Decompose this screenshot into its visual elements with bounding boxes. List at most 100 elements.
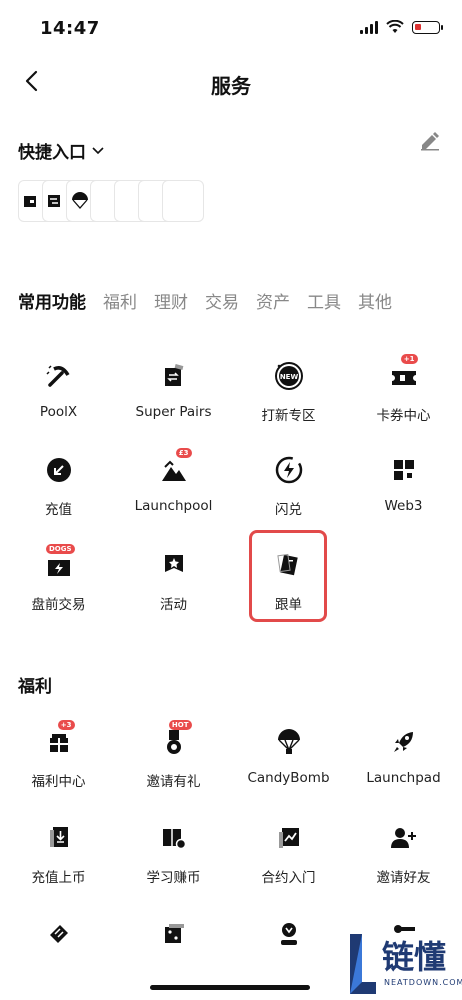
badge: £3	[175, 448, 192, 458]
premarket-icon: DOGS	[41, 544, 77, 583]
service-label: 打新专区	[261, 408, 316, 424]
service-label: CandyBomb	[247, 770, 330, 786]
service-poolx[interactable]: PoolX	[1, 358, 116, 420]
badge: DOGS	[45, 544, 75, 554]
service-label: 充值上币	[31, 870, 86, 886]
svg-text:NEW: NEW	[279, 373, 298, 381]
tag-icon	[41, 916, 77, 952]
pickaxe-icon	[41, 358, 77, 394]
section-title-welfare: 福利	[18, 677, 52, 697]
watermark: 链懂 NEATDOWN.COM	[344, 926, 462, 1000]
service-label: 合约入门	[261, 870, 316, 886]
tab-tools[interactable]: 工具	[307, 288, 341, 313]
swap-icon	[48, 195, 60, 207]
service-premarket[interactable]: DOGS 盘前交易	[1, 544, 116, 613]
watermark-logo-icon	[350, 934, 376, 994]
list-coin-icon	[41, 820, 77, 856]
service-label: 邀请有礼	[146, 774, 201, 790]
service-launchpool[interactable]: £3 Launchpool	[116, 448, 231, 514]
copy-trade-icon	[271, 547, 307, 583]
service-label: 学习赚币	[146, 870, 201, 886]
rocket-icon	[386, 724, 422, 760]
service-futures-intro[interactable]: 合约入门	[231, 820, 346, 886]
service-deposit-listing[interactable]: 充值上币	[1, 820, 116, 886]
service-label: 福利中心	[31, 774, 86, 790]
service-label: 闪兑	[275, 502, 302, 518]
badge: HOT	[168, 720, 192, 730]
star-flag-icon	[156, 547, 192, 583]
service-label: Super Pairs	[135, 404, 212, 420]
status-time: 14:47	[40, 18, 100, 39]
service-deposit[interactable]: 充值	[1, 452, 116, 518]
service-invite-reward[interactable]: HOT 邀请有礼	[116, 720, 231, 790]
book-icon	[156, 820, 192, 856]
watermark-subtext: NEATDOWN.COM	[384, 978, 462, 987]
watermark-text: 链懂	[382, 938, 447, 976]
quick-access-dropdown[interactable]: 快捷入口	[18, 138, 104, 163]
web3-grid-icon	[386, 452, 422, 488]
wifi-icon	[386, 20, 404, 33]
badge: +1	[400, 354, 418, 364]
chevron-down-icon	[92, 146, 104, 154]
gift-icon: +3	[41, 720, 77, 760]
service-label: 卡券中心	[376, 408, 431, 424]
flash-icon	[271, 452, 307, 488]
quick-access-title: 快捷入口	[18, 143, 86, 163]
service-copy-trading[interactable]: 跟单	[231, 547, 346, 613]
quick-slot-empty[interactable]	[162, 180, 204, 222]
status-bar: 14:47	[0, 0, 462, 56]
tab-other[interactable]: 其他	[358, 288, 392, 313]
service-web3[interactable]: Web3	[346, 452, 461, 514]
quick-access-row	[18, 180, 204, 222]
new-badge-icon: NEW	[271, 358, 307, 394]
service-partial[interactable]	[231, 916, 346, 952]
service-flash-swap[interactable]: 闪兑	[231, 452, 346, 518]
tab-finance[interactable]: 理财	[154, 288, 188, 313]
category-tabs: 常用功能 福利 理财 交易 资产 工具 其他	[18, 288, 392, 313]
parachute-icon	[271, 724, 307, 760]
service-label: 活动	[160, 597, 187, 613]
wallet-icon	[24, 196, 36, 207]
badge: +3	[57, 720, 75, 730]
add-user-icon	[386, 820, 422, 856]
dice-icon	[156, 916, 192, 952]
service-label: Launchpad	[366, 770, 441, 786]
edit-icon[interactable]	[418, 128, 442, 152]
deposit-icon	[41, 452, 77, 488]
service-label: Launchpool	[134, 498, 213, 514]
service-new-listing[interactable]: NEW 打新专区	[231, 358, 346, 424]
service-partial[interactable]	[1, 916, 116, 952]
service-label: PoolX	[39, 404, 78, 420]
battery-icon	[412, 20, 443, 34]
trophy-icon	[271, 916, 307, 952]
service-activity[interactable]: 活动	[116, 547, 231, 613]
tab-assets[interactable]: 资产	[256, 288, 290, 313]
service-super-pairs[interactable]: Super Pairs	[116, 358, 231, 420]
medal-icon: HOT	[156, 720, 192, 760]
ticket-icon: +1	[386, 354, 422, 394]
status-icons	[360, 20, 443, 34]
service-label: 跟单	[275, 597, 302, 613]
service-launchpad[interactable]: Launchpad	[346, 724, 461, 786]
service-candybomb[interactable]: CandyBomb	[231, 724, 346, 786]
service-learn-earn[interactable]: 学习赚币	[116, 820, 231, 886]
service-welfare-center[interactable]: +3 福利中心	[1, 720, 116, 790]
swap-card-icon	[156, 358, 192, 394]
nav-bar: 服务	[0, 56, 462, 108]
service-partial[interactable]	[116, 916, 231, 952]
service-label: 邀请好友	[376, 870, 431, 886]
service-label: 充值	[45, 502, 72, 518]
tab-trade[interactable]: 交易	[205, 288, 239, 313]
mountain-icon: £3	[156, 448, 192, 488]
tab-welfare[interactable]: 福利	[103, 288, 137, 313]
signal-icon	[360, 20, 378, 34]
service-invite-friends[interactable]: 邀请好友	[346, 820, 461, 886]
service-label: Web3	[384, 498, 423, 514]
service-coupon-center[interactable]: +1 卡券中心	[346, 354, 461, 424]
home-indicator[interactable]	[150, 985, 310, 990]
chart-card-icon	[271, 820, 307, 856]
service-label: 盘前交易	[31, 597, 86, 613]
parachute-icon	[72, 192, 88, 209]
page-title: 服务	[211, 74, 251, 98]
tab-common[interactable]: 常用功能	[18, 288, 86, 313]
